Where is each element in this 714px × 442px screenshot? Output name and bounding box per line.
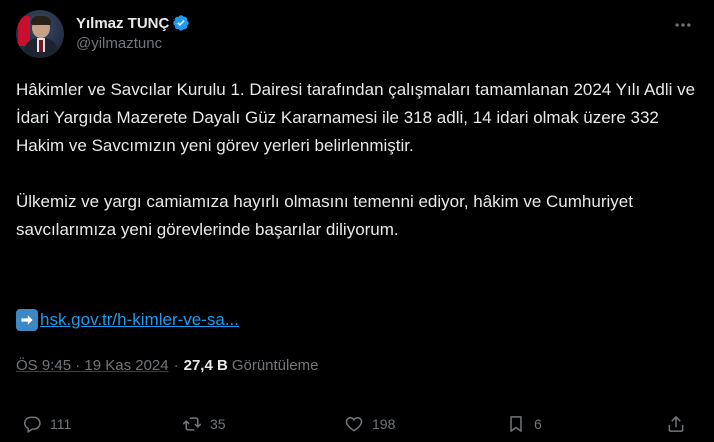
- author-display-name[interactable]: Yılmaz TUNÇ: [76, 15, 169, 32]
- tweet-timestamp[interactable]: ÖS 9:45 · 19 Kas 2024: [16, 357, 169, 374]
- tweet-actions: 111 35 198 6: [16, 410, 698, 438]
- like-count: 198: [372, 416, 396, 432]
- right-arrow-emoji-icon: [16, 309, 38, 331]
- retweet-button[interactable]: 35: [182, 414, 226, 434]
- verified-badge-icon: [172, 14, 190, 32]
- tweet-link[interactable]: hsk.gov.tr/h-kimler-ve-sa...: [40, 310, 239, 330]
- more-dots-icon[interactable]: [672, 14, 694, 36]
- author-handle[interactable]: @yilmaztunc: [76, 35, 190, 52]
- reply-button[interactable]: 111: [22, 414, 71, 434]
- tweet-text: Hâkimler ve Savcılar Kurulu 1. Dairesi t…: [16, 76, 706, 272]
- tweet-header: Yılmaz TUNÇ @yilmaztunc: [16, 10, 698, 60]
- reply-icon: [24, 416, 41, 433]
- views-count: 27,4 B: [183, 356, 228, 374]
- avatar[interactable]: [16, 10, 64, 58]
- reply-count: 111: [50, 416, 72, 432]
- views-label: Görüntüleme: [231, 356, 319, 374]
- name-row: Yılmaz TUNÇ: [76, 12, 190, 34]
- heart-icon: [345, 417, 363, 432]
- like-button[interactable]: 198: [344, 414, 395, 434]
- retweet-icon: [182, 417, 202, 431]
- bookmark-icon: [510, 416, 522, 432]
- tweet-card: Yılmaz TUNÇ @yilmaztunc Hâkimler ve Savc…: [0, 0, 714, 442]
- tweet-link-row: hsk.gov.tr/h-kimler-ve-sa...: [16, 306, 239, 334]
- avatar-tie: [39, 40, 43, 52]
- bookmark-count: 6: [534, 416, 542, 432]
- author-names: Yılmaz TUNÇ @yilmaztunc: [76, 12, 190, 52]
- tweet-paragraph-2: Ülkemiz ve yargı camiamıza hayırlı olmas…: [16, 192, 638, 239]
- share-button[interactable]: [666, 414, 686, 434]
- tweet-meta: ÖS 9:45 · 19 Kas 2024 · 27,4 B Görüntüle…: [16, 354, 319, 376]
- share-icon: [668, 416, 684, 432]
- bookmark-button[interactable]: 6: [506, 414, 542, 434]
- tweet-paragraph-1: Hâkimler ve Savcılar Kurulu 1. Dairesi t…: [16, 80, 700, 155]
- meta-separator: ·: [173, 356, 179, 374]
- avatar-hair: [31, 16, 51, 25]
- retweet-count: 35: [210, 416, 226, 432]
